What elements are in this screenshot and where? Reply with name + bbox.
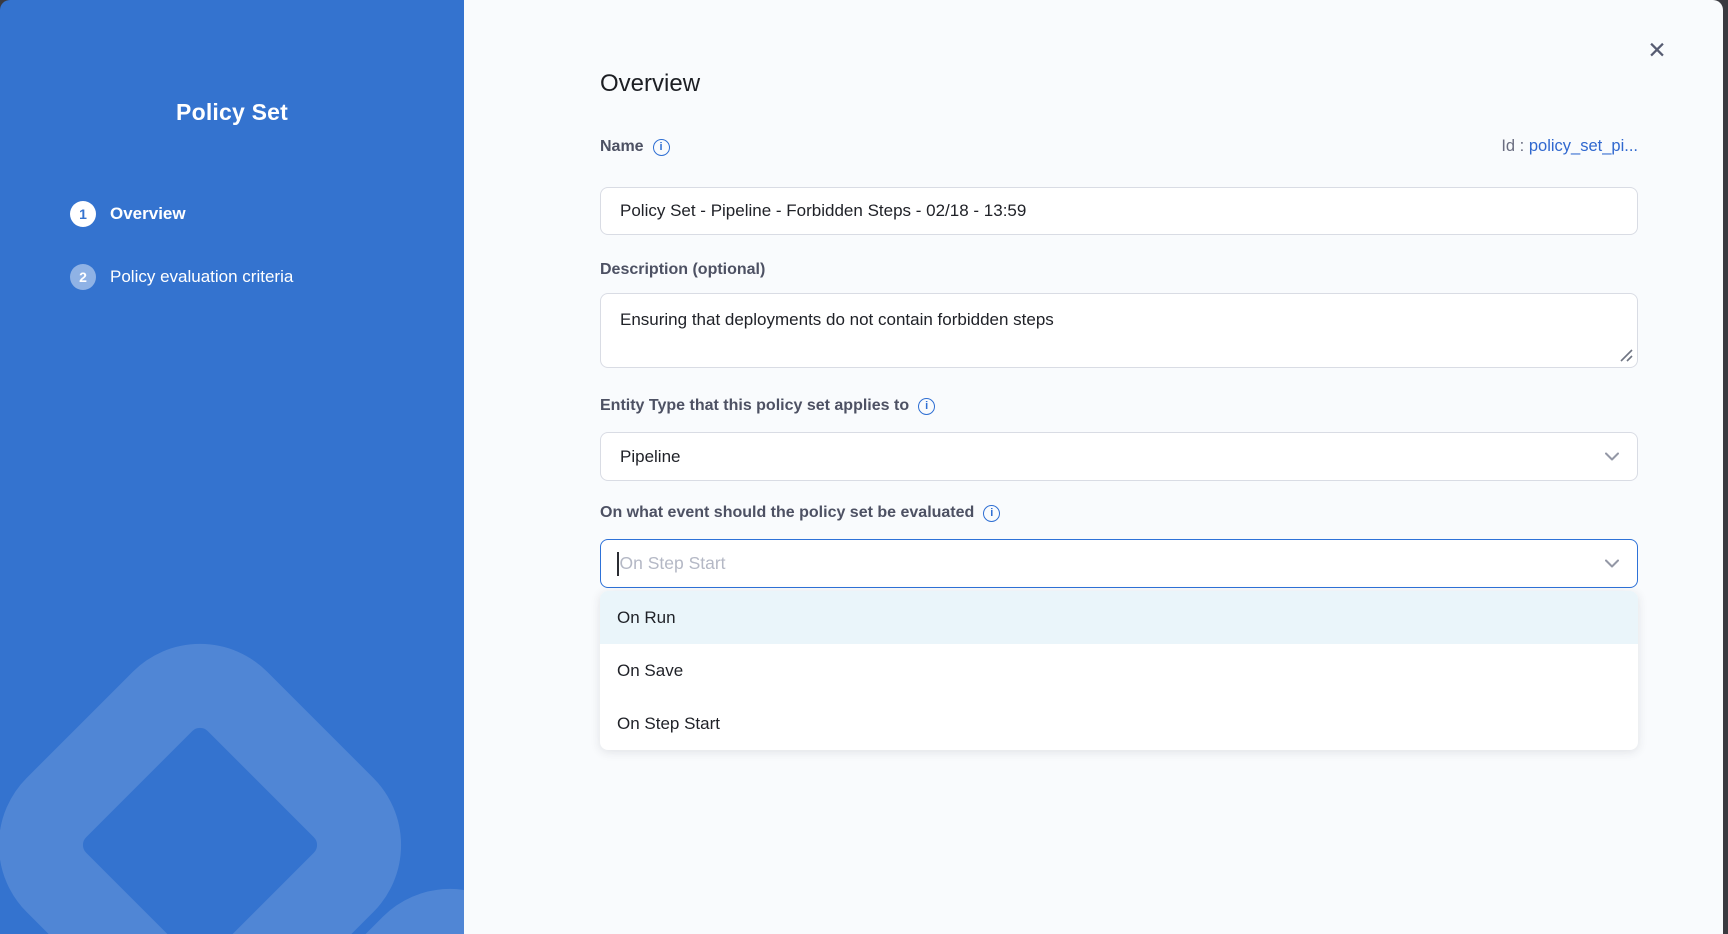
id-label: Id : <box>1501 137 1524 155</box>
wizard-title: Policy Set <box>0 99 464 126</box>
overview-panel: ✕ Overview Name i Id : policy_set_pi... <box>464 0 1723 934</box>
description-field: Ensuring that deployments do not contain… <box>600 293 1638 368</box>
menu-option-on-save[interactable]: On Save <box>600 644 1638 697</box>
info-icon[interactable]: i <box>983 505 1000 522</box>
name-label-text: Name <box>600 138 644 156</box>
description-field-label: Description (optional) <box>600 261 765 279</box>
step-item-overview[interactable]: 1 Overview <box>70 201 293 227</box>
step-number-badge: 2 <box>70 264 96 290</box>
wizard-sidebar: Policy Set 1 Overview 2 Policy evaluatio… <box>0 0 464 934</box>
menu-option-on-step-start[interactable]: On Step Start <box>600 697 1638 750</box>
step-number-badge: 1 <box>70 201 96 227</box>
entity-id: Id : policy_set_pi... <box>1501 137 1638 156</box>
screen-backdrop: Policy Set 1 Overview 2 Policy evaluatio… <box>0 0 1728 934</box>
close-icon: ✕ <box>1647 39 1666 62</box>
event-field-label: On what event should the policy set be e… <box>600 504 1000 522</box>
entity-type-selected-value: Pipeline <box>620 447 681 467</box>
name-input[interactable] <box>600 187 1638 235</box>
page-title: Overview <box>600 70 700 98</box>
entity-type-label-text: Entity Type that this policy set applies… <box>600 397 909 415</box>
chevron-down-icon <box>1605 559 1619 568</box>
description-textarea[interactable]: Ensuring that deployments do not contain… <box>600 293 1638 368</box>
entity-type-field-label: Entity Type that this policy set applies… <box>600 397 935 415</box>
overview-form: Overview Name i Id : policy_set_pi... De… <box>600 0 1638 934</box>
event-select-field[interactable] <box>600 539 1638 588</box>
policy-set-modal: Policy Set 1 Overview 2 Policy evaluatio… <box>0 0 1723 934</box>
menu-option-on-run[interactable]: On Run <box>600 591 1638 644</box>
step-label: Overview <box>110 204 186 224</box>
description-label-text: Description (optional) <box>600 261 765 279</box>
name-field-label: Name i <box>600 138 670 156</box>
info-icon[interactable]: i <box>653 139 670 156</box>
entity-type-select[interactable]: Pipeline <box>600 432 1638 481</box>
name-label-row: Name i Id : policy_set_pi... <box>600 137 1638 161</box>
id-link[interactable]: policy_set_pi... <box>1529 137 1638 155</box>
event-label-text: On what event should the policy set be e… <box>600 504 974 522</box>
event-input[interactable] <box>619 553 1622 574</box>
harness-logo-watermark <box>0 605 440 934</box>
step-item-policy-evaluation-criteria[interactable]: 2 Policy evaluation criteria <box>70 264 293 290</box>
wizard-steps: 1 Overview 2 Policy evaluation criteria <box>70 201 293 327</box>
chevron-down-icon <box>1605 452 1619 461</box>
info-icon[interactable]: i <box>918 398 935 415</box>
resize-handle-icon[interactable] <box>1619 348 1633 362</box>
event-options-menu: On Run On Save On Step Start <box>600 591 1638 750</box>
step-label: Policy evaluation criteria <box>110 267 293 287</box>
close-button[interactable]: ✕ <box>1643 36 1671 64</box>
